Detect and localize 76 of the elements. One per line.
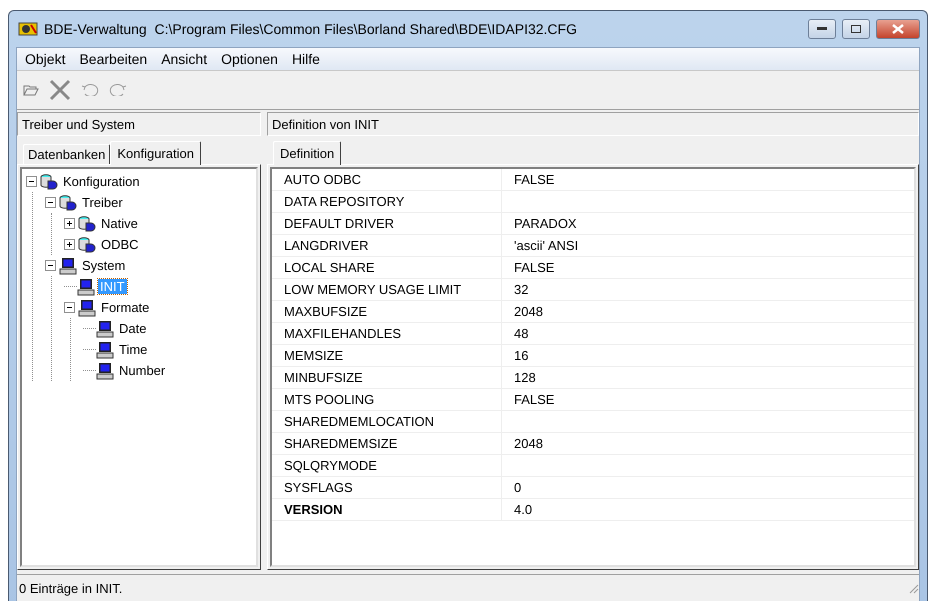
status-text: 0 Einträge in INIT. xyxy=(18,580,124,596)
expand-icon[interactable] xyxy=(64,239,75,250)
collapse-icon[interactable] xyxy=(45,260,56,271)
property-name: MTS POOLING xyxy=(272,389,502,410)
property-value[interactable]: 0 xyxy=(502,477,914,498)
property-name: DATA REPOSITORY xyxy=(272,191,502,212)
folder-icon[interactable] xyxy=(23,84,39,96)
property-value[interactable]: 16 xyxy=(502,345,914,366)
menu-item[interactable]: Optionen xyxy=(215,51,284,67)
property-value[interactable]: PARADOX xyxy=(502,213,914,234)
property-value[interactable]: 'ascii' ANSI xyxy=(502,235,914,256)
property-value[interactable]: 2048 xyxy=(502,301,914,322)
property-name: LANGDRIVER xyxy=(272,235,502,256)
menu-item[interactable]: Hilfe xyxy=(286,51,326,67)
tab[interactable]: Datenbanken xyxy=(23,144,110,164)
computer-icon xyxy=(96,340,114,358)
computer-icon xyxy=(59,256,77,274)
property-value[interactable]: 128 xyxy=(502,367,914,388)
tree-item[interactable]: Time xyxy=(117,342,150,357)
collapse-icon[interactable] xyxy=(64,302,75,313)
collapse-icon[interactable] xyxy=(26,176,37,187)
maximize-button[interactable] xyxy=(842,19,870,39)
computer-icon xyxy=(96,362,114,380)
computer-icon xyxy=(78,298,96,316)
property-value[interactable]: 2048 xyxy=(502,433,914,454)
tree-item[interactable]: Konfiguration xyxy=(61,174,142,189)
property-name: SQLQRYMODE xyxy=(272,455,502,476)
property-name: SHAREDMEMLOCATION xyxy=(272,411,502,432)
app-icon xyxy=(18,21,38,37)
panel-header: Definition von INIT xyxy=(267,112,919,136)
panel-header: Treiber und System xyxy=(17,112,261,136)
database-icon xyxy=(40,174,58,190)
property-name: VERSION xyxy=(272,499,502,520)
menu-item[interactable]: Bearbeiten xyxy=(73,51,154,67)
window-title: BDE-Verwaltung C:\Program Files\Common Files\Borland Shared\BDE\IDAPI32.CFG xyxy=(44,21,578,37)
property-name: SYSFLAGS xyxy=(272,477,502,498)
property-name: DEFAULT DRIVER xyxy=(272,213,502,234)
database-icon xyxy=(78,236,96,252)
property-value[interactable]: FALSE xyxy=(502,257,914,278)
tab[interactable]: Konfiguration xyxy=(110,141,201,165)
database-icon xyxy=(59,194,77,210)
tree-item[interactable]: System xyxy=(80,258,128,273)
minimize-icon xyxy=(817,27,827,31)
property-value[interactable]: 4.0 xyxy=(502,499,914,520)
property-value[interactable]: 48 xyxy=(502,323,914,344)
collapse-icon[interactable] xyxy=(45,197,56,208)
menu-item[interactable]: Ansicht xyxy=(155,51,214,67)
property-name: SHAREDMEMSIZE xyxy=(272,433,502,454)
tab[interactable]: Definition xyxy=(273,141,342,165)
tree-item[interactable]: Date xyxy=(117,321,148,336)
delete-icon[interactable] xyxy=(49,79,71,101)
menu-item[interactable]: Objekt xyxy=(19,51,72,67)
property-name: MINBUFSIZE xyxy=(272,367,502,388)
tree-item[interactable]: Number xyxy=(117,363,168,378)
tree-item[interactable]: Treiber xyxy=(80,195,125,210)
property-name: AUTO ODBC xyxy=(272,169,502,190)
property-name: LOCAL SHARE xyxy=(272,257,502,278)
computer-icon xyxy=(96,320,114,338)
property-value[interactable]: 32 xyxy=(502,279,914,300)
close-icon xyxy=(892,24,904,34)
tree-item[interactable]: Native xyxy=(99,216,140,231)
close-button[interactable] xyxy=(876,19,920,39)
property-name: LOW MEMORY USAGE LIMIT xyxy=(272,279,502,300)
database-icon xyxy=(78,216,96,232)
tree-item[interactable]: Formate xyxy=(99,300,152,315)
minimize-button[interactable] xyxy=(808,19,836,39)
property-value[interactable]: FALSE xyxy=(502,169,914,190)
resize-grip-icon xyxy=(907,582,919,594)
property-value[interactable]: FALSE xyxy=(502,389,914,410)
expand-icon[interactable] xyxy=(64,218,75,229)
property-name: MAXFILEHANDLES xyxy=(272,323,502,344)
computer-icon xyxy=(77,278,95,296)
property-name: MAXBUFSIZE xyxy=(272,301,502,322)
tree-item[interactable]: ODBC xyxy=(99,237,141,252)
property-name: MEMSIZE xyxy=(272,345,502,366)
maximize-icon xyxy=(851,25,861,33)
